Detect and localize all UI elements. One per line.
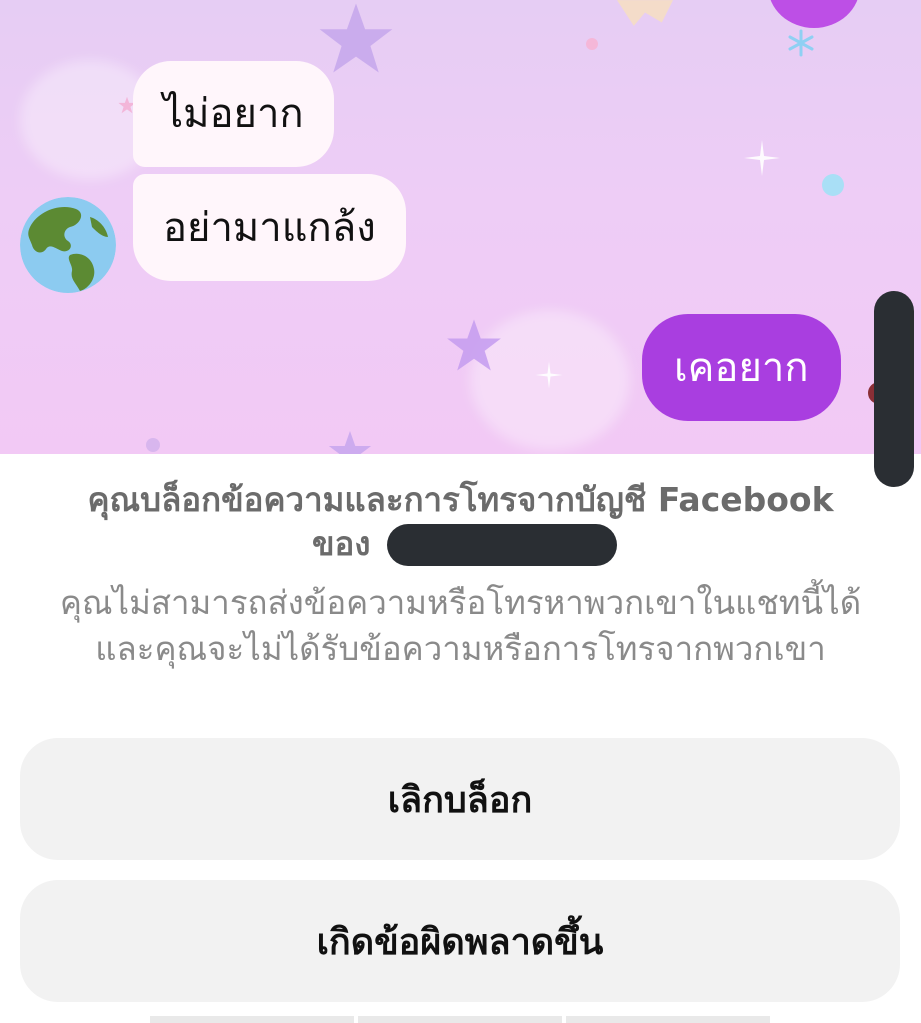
sparkle-icon <box>788 29 814 57</box>
chat-thread[interactable]: ไม่อยาก อย่ามาแกล้ง เคอยาก <box>0 0 921 454</box>
message-bubble-incoming[interactable]: ไม่อยาก <box>133 61 334 167</box>
star-decoration-icon <box>447 319 501 371</box>
report-problem-button[interactable]: เกิดข้อผิดพลาดขึ้น <box>20 880 900 1002</box>
scrollbar-thumb[interactable] <box>874 291 914 487</box>
contact-avatar[interactable] <box>20 197 116 293</box>
globe-americas-icon <box>20 197 116 293</box>
bubble-decoration <box>768 0 860 28</box>
star-decoration-icon <box>328 430 372 454</box>
sparkle-icon <box>744 140 780 176</box>
redacted-name <box>387 524 617 566</box>
star-decoration-icon <box>319 3 393 73</box>
block-notice-body: คุณไม่สามารถส่งข้อความหรือโทรหาพวกเขาในแ… <box>59 583 862 668</box>
report-problem-button-label: เกิดข้อผิดพลาดขึ้น <box>316 921 604 963</box>
message-bubble-incoming[interactable]: อย่ามาแกล้ง <box>133 174 406 281</box>
nav-hint-segment <box>566 1016 770 1023</box>
bubble-decoration <box>822 174 844 196</box>
unblock-button[interactable]: เลิกบล็อก <box>20 738 900 860</box>
nav-hint-segment <box>358 1016 562 1023</box>
nav-hint-segment <box>150 1016 354 1023</box>
message-text: อย่ามาแกล้ง <box>163 204 376 251</box>
block-notice-title-line1: คุณบล็อกข้อความและการโทรจากบัญชี Faceboo… <box>87 480 834 519</box>
unblock-button-label: เลิกบล็อก <box>387 779 533 821</box>
bubble-decoration <box>586 38 598 50</box>
message-bubble-outgoing[interactable]: เคอยาก <box>642 314 841 421</box>
star-decoration-icon <box>617 0 673 26</box>
message-text: เคอยาก <box>674 344 809 391</box>
block-notice-owner-prefix: ของ <box>312 524 371 563</box>
blocked-bottom-sheet: คุณบล็อกข้อความและการโทรจากบัญชี Faceboo… <box>0 454 921 1023</box>
sparkle-icon <box>535 361 563 389</box>
message-text: ไม่อยาก <box>163 91 304 137</box>
bottom-navigation-hint <box>150 1016 770 1023</box>
bubble-decoration <box>146 438 160 452</box>
